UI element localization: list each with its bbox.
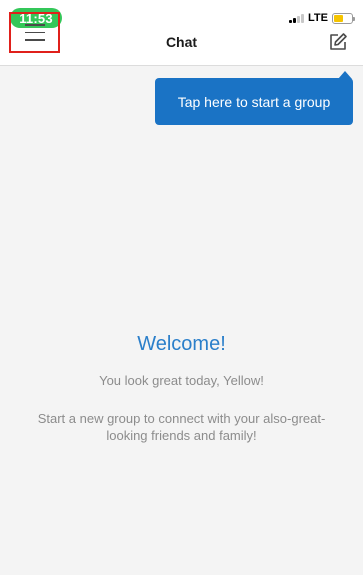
start-group-tooltip[interactable]: Tap here to start a group — [155, 78, 353, 125]
welcome-subtitle: You look great today, Yellow! — [99, 373, 264, 388]
battery-icon — [332, 12, 355, 24]
status-indicators: LTE — [289, 11, 355, 25]
page-title: Chat — [165, 34, 198, 50]
welcome-body: Start a new group to connect with your a… — [37, 411, 326, 443]
compose-icon — [330, 33, 347, 50]
network-label: LTE — [308, 12, 328, 24]
signal-icon — [289, 13, 305, 23]
welcome-title: Welcome! — [137, 333, 226, 355]
compose-button[interactable] — [327, 31, 349, 53]
